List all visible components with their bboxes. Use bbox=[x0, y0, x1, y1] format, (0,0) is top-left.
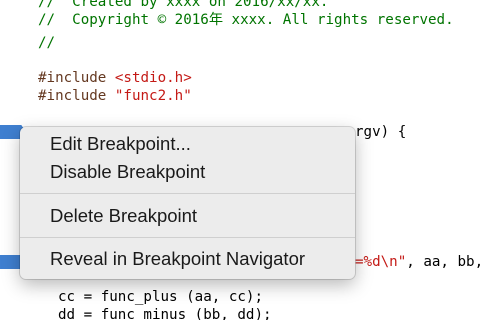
include-path: <stdio.h> bbox=[114, 70, 192, 86]
code-include-stdio: #include <stdio.h> bbox=[38, 69, 192, 87]
code-comment-copyright: // Copyright © 2016年 xxxx. All rights re… bbox=[38, 12, 454, 28]
editor-gutter[interactable] bbox=[0, 0, 22, 320]
menu-separator bbox=[20, 237, 355, 238]
code-comment-empty: // bbox=[38, 35, 56, 51]
menu-separator bbox=[20, 193, 355, 194]
code-printf-tail: =%d\n", aa, bb, bbox=[355, 253, 483, 271]
code-include-func2: #include "func2.h" bbox=[38, 87, 192, 105]
printf-args: , aa, bb, bbox=[406, 254, 484, 270]
printf-format-string: =%d\n" bbox=[355, 254, 407, 270]
code-line-dd: dd = func_minus (bb, dd); bbox=[58, 307, 272, 320]
menu-item-reveal-in-breakpoint-navigator[interactable]: Reveal in Breakpoint Navigator bbox=[50, 248, 305, 270]
code-main-signature-tail: rgv) { bbox=[355, 124, 407, 140]
menu-item-disable-breakpoint[interactable]: Disable Breakpoint bbox=[50, 161, 205, 183]
menu-item-edit-breakpoint[interactable]: Edit Breakpoint... bbox=[50, 133, 191, 155]
include-directive: #include bbox=[38, 88, 115, 104]
menu-item-delete-breakpoint[interactable]: Delete Breakpoint bbox=[50, 205, 197, 227]
include-directive: #include bbox=[38, 70, 115, 86]
code-line-cc: cc = func_plus (aa, cc); bbox=[58, 289, 263, 305]
code-comment-created: // Created by xxxx on 2016/xx/xx. bbox=[38, 0, 329, 10]
include-path: "func2.h" bbox=[114, 88, 192, 104]
breakpoint-context-menu: Edit Breakpoint... Disable Breakpoint De… bbox=[20, 127, 355, 279]
